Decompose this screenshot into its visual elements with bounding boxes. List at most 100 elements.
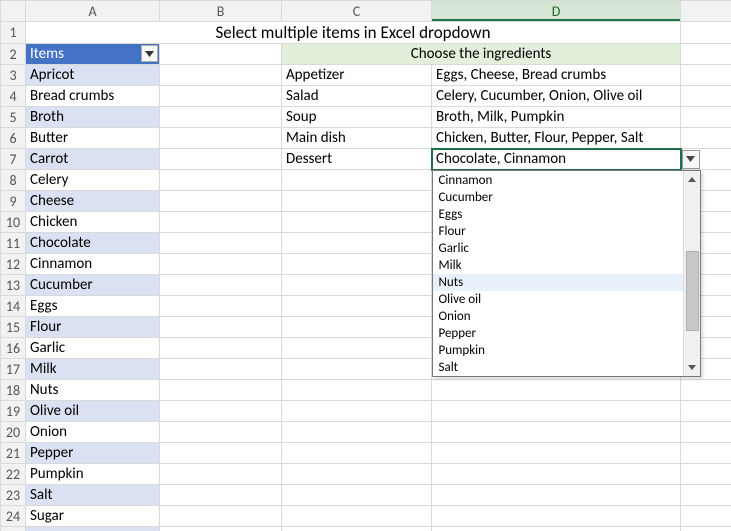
cell-D5[interactable]: Broth, Milk, Pumpkin [432, 107, 681, 128]
cell-A23[interactable]: Salt [26, 485, 160, 506]
scroll-thumb[interactable] [686, 251, 699, 331]
cell-A25[interactable]: Tomato [26, 527, 160, 531]
dropdown-option[interactable]: Salt [433, 359, 683, 376]
cell-C24[interactable] [282, 506, 432, 527]
cell-E3[interactable] [681, 65, 731, 86]
col-header-B[interactable]: B [160, 1, 282, 22]
cell-A22[interactable]: Pumpkin [26, 464, 160, 485]
dropdown-option[interactable]: Eggs [433, 206, 683, 223]
row-header-20[interactable]: 20 [1, 422, 26, 443]
cell-B20[interactable] [160, 422, 282, 443]
ingredients-header[interactable]: Choose the ingredients [282, 44, 681, 65]
row-header-2[interactable]: 2 [1, 44, 26, 65]
cell-A20[interactable]: Onion [26, 422, 160, 443]
row-header-18[interactable]: 18 [1, 380, 26, 401]
row-header-8[interactable]: 8 [1, 170, 26, 191]
cell-D19[interactable] [432, 401, 681, 422]
cell-C6[interactable]: Main dish [282, 128, 432, 149]
cell-D24[interactable] [432, 506, 681, 527]
cell-B6[interactable] [160, 128, 282, 149]
cell-C17[interactable] [282, 359, 432, 380]
cell-C7[interactable]: Dessert [282, 149, 432, 170]
cell-B18[interactable] [160, 380, 282, 401]
cell-C10[interactable] [282, 212, 432, 233]
scroll-up-arrow-icon[interactable] [684, 171, 700, 188]
dropdown-list[interactable]: CinnamonCucumberEggsFlourGarlicMilkNutsO… [432, 170, 701, 377]
row-header-5[interactable]: 5 [1, 107, 26, 128]
row-header-12[interactable]: 12 [1, 254, 26, 275]
cell-D6[interactable]: Chicken, Butter, Flour, Pepper, Salt [432, 128, 681, 149]
cell-D25[interactable] [432, 527, 681, 531]
cell-A17[interactable]: Milk [26, 359, 160, 380]
cell-B25[interactable] [160, 527, 282, 531]
cell-C3[interactable]: Appetizer [282, 65, 432, 86]
cell-A12[interactable]: Cinnamon [26, 254, 160, 275]
cell-B7[interactable] [160, 149, 282, 170]
cell-A5[interactable]: Broth [26, 107, 160, 128]
cell-E20[interactable] [681, 422, 731, 443]
cell-A10[interactable]: Chicken [26, 212, 160, 233]
title-cell[interactable]: Select multiple items in Excel dropdown [26, 22, 681, 44]
row-header-22[interactable]: 22 [1, 464, 26, 485]
select-all-corner[interactable] [1, 1, 26, 22]
cell-B8[interactable] [160, 170, 282, 191]
cell-D22[interactable] [432, 464, 681, 485]
cell-A6[interactable]: Butter [26, 128, 160, 149]
cell-C8[interactable] [282, 170, 432, 191]
dropdown-option[interactable]: Olive oil [433, 291, 683, 308]
dropdown-arrow-button[interactable] [682, 150, 700, 169]
dropdown-option[interactable]: Onion [433, 308, 683, 325]
cell-A19[interactable]: Olive oil [26, 401, 160, 422]
cell-A15[interactable]: Flour [26, 317, 160, 338]
row-header-15[interactable]: 15 [1, 317, 26, 338]
cell-A18[interactable]: Nuts [26, 380, 160, 401]
dropdown-scrollbar[interactable] [683, 171, 700, 376]
cell-B23[interactable] [160, 485, 282, 506]
cell-E24[interactable] [681, 506, 731, 527]
cell-C5[interactable]: Soup [282, 107, 432, 128]
col-header-A[interactable]: A [26, 1, 160, 22]
dropdown-option[interactable]: Cucumber [433, 189, 683, 206]
cell-E5[interactable] [681, 107, 731, 128]
scroll-down-arrow-icon[interactable] [684, 359, 700, 376]
row-header-9[interactable]: 9 [1, 191, 26, 212]
row-header-23[interactable]: 23 [1, 485, 26, 506]
items-header[interactable]: Items [26, 44, 160, 65]
cell-E23[interactable] [681, 485, 731, 506]
cell-A11[interactable]: Chocolate [26, 233, 160, 254]
cell-C9[interactable] [282, 191, 432, 212]
cell-A16[interactable]: Garlic [26, 338, 160, 359]
cell-A4[interactable]: Bread crumbs [26, 86, 160, 107]
dropdown-option[interactable]: Milk [433, 257, 683, 274]
dropdown-option[interactable]: Pepper [433, 325, 683, 342]
col-header-D[interactable]: D [432, 1, 681, 22]
cell-A14[interactable]: Eggs [26, 296, 160, 317]
cell-E18[interactable] [681, 380, 731, 401]
cell-E6[interactable] [681, 128, 731, 149]
cell-D18[interactable] [432, 380, 681, 401]
dropdown-option[interactable]: Garlic [433, 240, 683, 257]
cell-B21[interactable] [160, 443, 282, 464]
dropdown-option[interactable]: Cinnamon [433, 172, 683, 189]
cell-A3[interactable]: Apricot [26, 65, 160, 86]
cell-C4[interactable]: Salad [282, 86, 432, 107]
cell-B22[interactable] [160, 464, 282, 485]
cell-C19[interactable] [282, 401, 432, 422]
cell-B12[interactable] [160, 254, 282, 275]
cell-B17[interactable] [160, 359, 282, 380]
cell-C25[interactable] [282, 527, 432, 531]
cell-C12[interactable] [282, 254, 432, 275]
cell-A21[interactable]: Pepper [26, 443, 160, 464]
cell-B10[interactable] [160, 212, 282, 233]
col-header-C[interactable]: C [282, 1, 432, 22]
cell-B2[interactable] [160, 44, 282, 65]
cell-B13[interactable] [160, 275, 282, 296]
cell-C15[interactable] [282, 317, 432, 338]
dropdown-option[interactable]: Pumpkin [433, 342, 683, 359]
cell-C11[interactable] [282, 233, 432, 254]
col-header-E[interactable] [681, 1, 731, 22]
cell-E22[interactable] [681, 464, 731, 485]
cell-A7[interactable]: Carrot [26, 149, 160, 170]
filter-button[interactable] [141, 45, 158, 62]
cell-C14[interactable] [282, 296, 432, 317]
